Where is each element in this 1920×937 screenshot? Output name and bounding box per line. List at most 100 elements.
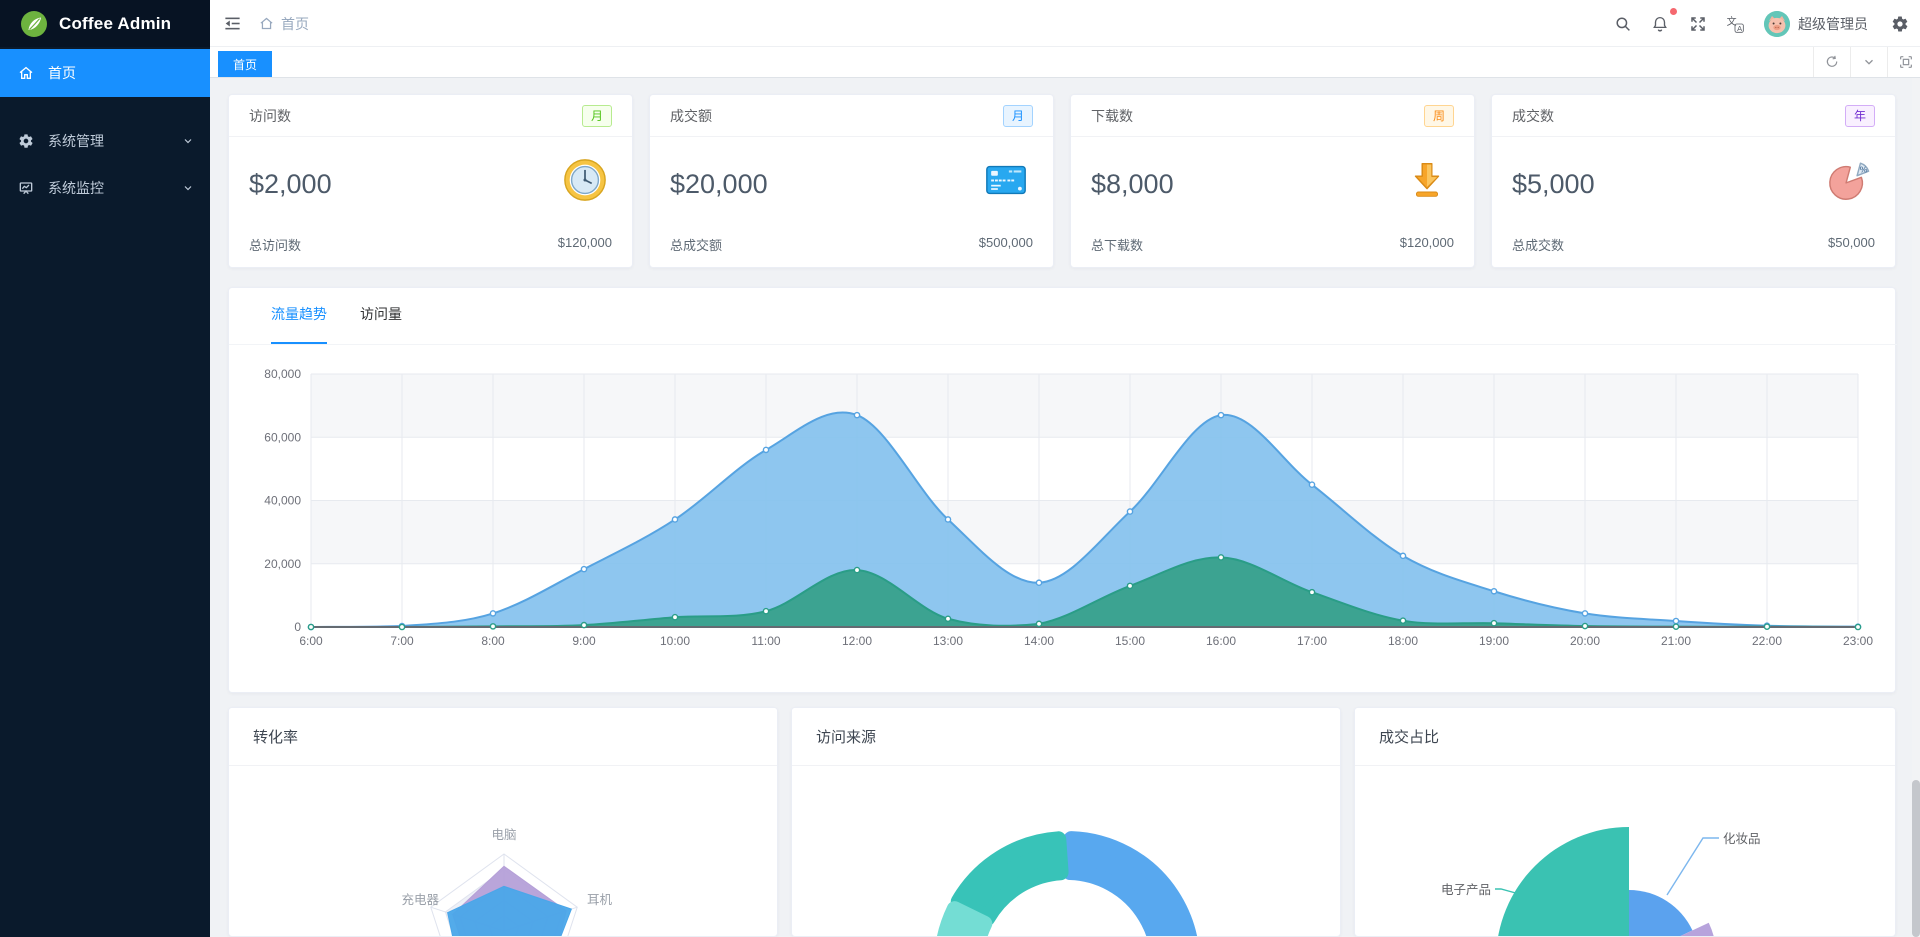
sidebar-item-system-monitor[interactable]: 系统监控	[0, 164, 210, 212]
x-axis-label: 10:00	[660, 634, 690, 648]
stat-footer-label: 总成交额	[670, 238, 723, 253]
stat-value: $20,000	[670, 169, 768, 199]
x-axis-label: 11:00	[751, 634, 780, 648]
period-badge: 月	[1002, 104, 1033, 127]
x-axis-label: 21:00	[1661, 634, 1691, 648]
maximize-icon	[1899, 56, 1912, 68]
x-axis-label: 12:00	[842, 634, 872, 648]
stat-value: $8,000	[1091, 169, 1174, 199]
sidebar-item-home[interactable]: 首页	[0, 49, 210, 97]
svg-text:%: %	[1860, 165, 1868, 175]
stat-value: $5,000	[1512, 169, 1595, 199]
svg-text:A: A	[1737, 24, 1742, 33]
chevron-down-icon	[1864, 59, 1873, 65]
stat-card-deals: 成交数 年 $5,000 % 总成交数 $50,000	[1491, 94, 1896, 268]
breadcrumb: 首页	[259, 0, 309, 47]
pie-slice-label: 化妆品	[1723, 832, 1761, 846]
x-axis-label: 6:00	[299, 634, 323, 648]
x-axis-label: 9:00	[572, 634, 596, 648]
card-title: 转化率	[229, 708, 777, 766]
stat-title: 成交数	[1512, 107, 1554, 124]
trend-chart-card: 流量趋势 访问量 0 20,000 40,000 60,000 80,000 6:00 7:…	[228, 287, 1897, 693]
x-axis-label: 7:00	[390, 634, 414, 648]
radar-axis-label: 耳机	[587, 893, 613, 907]
sidebar-collapse-button[interactable]	[216, 0, 248, 47]
traffic-trend-area-chart: 0 20,000 40,000 60,000 80,000 6:00 7:00 8:00 9:0…	[264, 367, 1873, 648]
user-menu[interactable]: 超级管理员	[1798, 0, 1868, 47]
y-axis-label: 60,000	[264, 430, 301, 444]
conversion-rate-card: 电脑 耳机 充电器 转化率	[228, 707, 778, 937]
avatar-pig-image	[1764, 11, 1790, 37]
bell-icon	[1653, 16, 1667, 31]
x-axis-label: 20:00	[1570, 634, 1600, 648]
y-axis-label: 40,000	[264, 494, 301, 508]
card-title: 成交占比	[1355, 708, 1895, 766]
sidebar-item-label: 首页	[48, 65, 76, 81]
home-icon	[260, 17, 273, 30]
radar-axis-label: 充电器	[401, 892, 439, 907]
scrollbar-thumb[interactable]	[1912, 780, 1920, 937]
stat-title: 访问数	[249, 107, 291, 124]
x-axis-label: 17:00	[1297, 634, 1327, 648]
download-icon	[1414, 162, 1440, 197]
user-avatar[interactable]	[1764, 11, 1790, 37]
indent-collapse-icon	[224, 17, 240, 30]
x-axis-label: 15:00	[1115, 634, 1145, 648]
x-axis-label: 22:00	[1752, 634, 1782, 648]
tab-options-dropdown-button[interactable]	[1850, 47, 1886, 77]
x-axis-label: 14:00	[1024, 634, 1054, 648]
app-window: Coffee Admin 首页 系统管理 系统监控 首页 文 A 超级管理员 首…	[0, 0, 1920, 937]
stat-footer-value: $50,000	[1828, 235, 1875, 250]
x-axis-label: 8:00	[481, 634, 505, 648]
card-title: 访问来源	[792, 708, 1340, 766]
refresh-tab-button[interactable]	[1813, 47, 1849, 77]
main-content: 访问数 月 $2,000 总访问数 $120,000 成交额 月 $20,000	[210, 78, 1920, 937]
top-navbar: 首页 文 A 超级管理员	[210, 0, 1920, 47]
notification-badge-dot	[1670, 8, 1677, 15]
sidebar: Coffee Admin 首页 系统管理 系统监控	[0, 0, 210, 937]
x-axis-label: 18:00	[1388, 634, 1418, 648]
refresh-icon	[1826, 55, 1837, 67]
maximize-content-button[interactable]	[1887, 47, 1920, 77]
stat-card-downloads: 下载数 周 $8,000 总下载数 $120,000	[1070, 94, 1475, 268]
credit-card-icon	[986, 165, 1026, 195]
fullscreen-expand-icon	[1691, 16, 1705, 31]
visit-source-card: 访问来源	[791, 707, 1341, 937]
stat-footer-value: $120,000	[557, 235, 612, 250]
stat-footer-label: 总访问数	[249, 238, 302, 253]
logo-link[interactable]: Coffee Admin	[0, 0, 210, 47]
sidebar-item-label: 系统管理	[48, 133, 104, 149]
x-axis-label: 23:00	[1843, 634, 1873, 648]
fullscreen-button[interactable]	[1682, 0, 1714, 47]
stat-title: 成交额	[670, 107, 712, 124]
gear-icon	[19, 134, 33, 148]
app-title: Coffee Admin	[59, 13, 172, 33]
notifications-button[interactable]	[1644, 0, 1676, 47]
deal-share-card: 化妆品电子产品 成交占比	[1354, 707, 1896, 937]
gear-icon	[1892, 16, 1908, 32]
x-axis-label: 19:00	[1479, 634, 1509, 648]
settings-button[interactable]	[1884, 0, 1916, 47]
stat-footer-value: $500,000	[978, 235, 1033, 250]
pie-slice-label: 电子产品	[1441, 883, 1491, 897]
chevron-down-icon	[184, 139, 192, 144]
translate-icon: 文 A	[1727, 14, 1744, 33]
period-badge: 月	[581, 104, 612, 127]
language-switch-button[interactable]: 文 A	[1719, 0, 1751, 47]
tab-visits[interactable]: 访问量	[360, 304, 402, 344]
search-icon	[1616, 16, 1630, 31]
tab-traffic-trend[interactable]: 流量趋势	[271, 304, 327, 344]
y-axis-label: 0	[294, 620, 301, 634]
search-button[interactable]	[1607, 0, 1639, 47]
spring-leaf-logo-icon	[21, 10, 47, 37]
tab-home[interactable]: 首页	[218, 51, 273, 77]
route-tabbar: 首页	[210, 47, 1920, 78]
x-axis-label: 13:00	[933, 634, 963, 648]
sidebar-item-label: 系统监控	[48, 180, 104, 196]
y-axis-label: 80,000	[264, 367, 301, 381]
breadcrumb-home-link[interactable]: 首页	[281, 14, 309, 34]
stat-value: $2,000	[249, 169, 332, 199]
stat-title: 下载数	[1091, 107, 1133, 124]
stat-card-turnover: 成交额 月 $20,000 总成交额 $500,000	[649, 94, 1054, 268]
sidebar-item-system-management[interactable]: 系统管理	[0, 117, 210, 165]
